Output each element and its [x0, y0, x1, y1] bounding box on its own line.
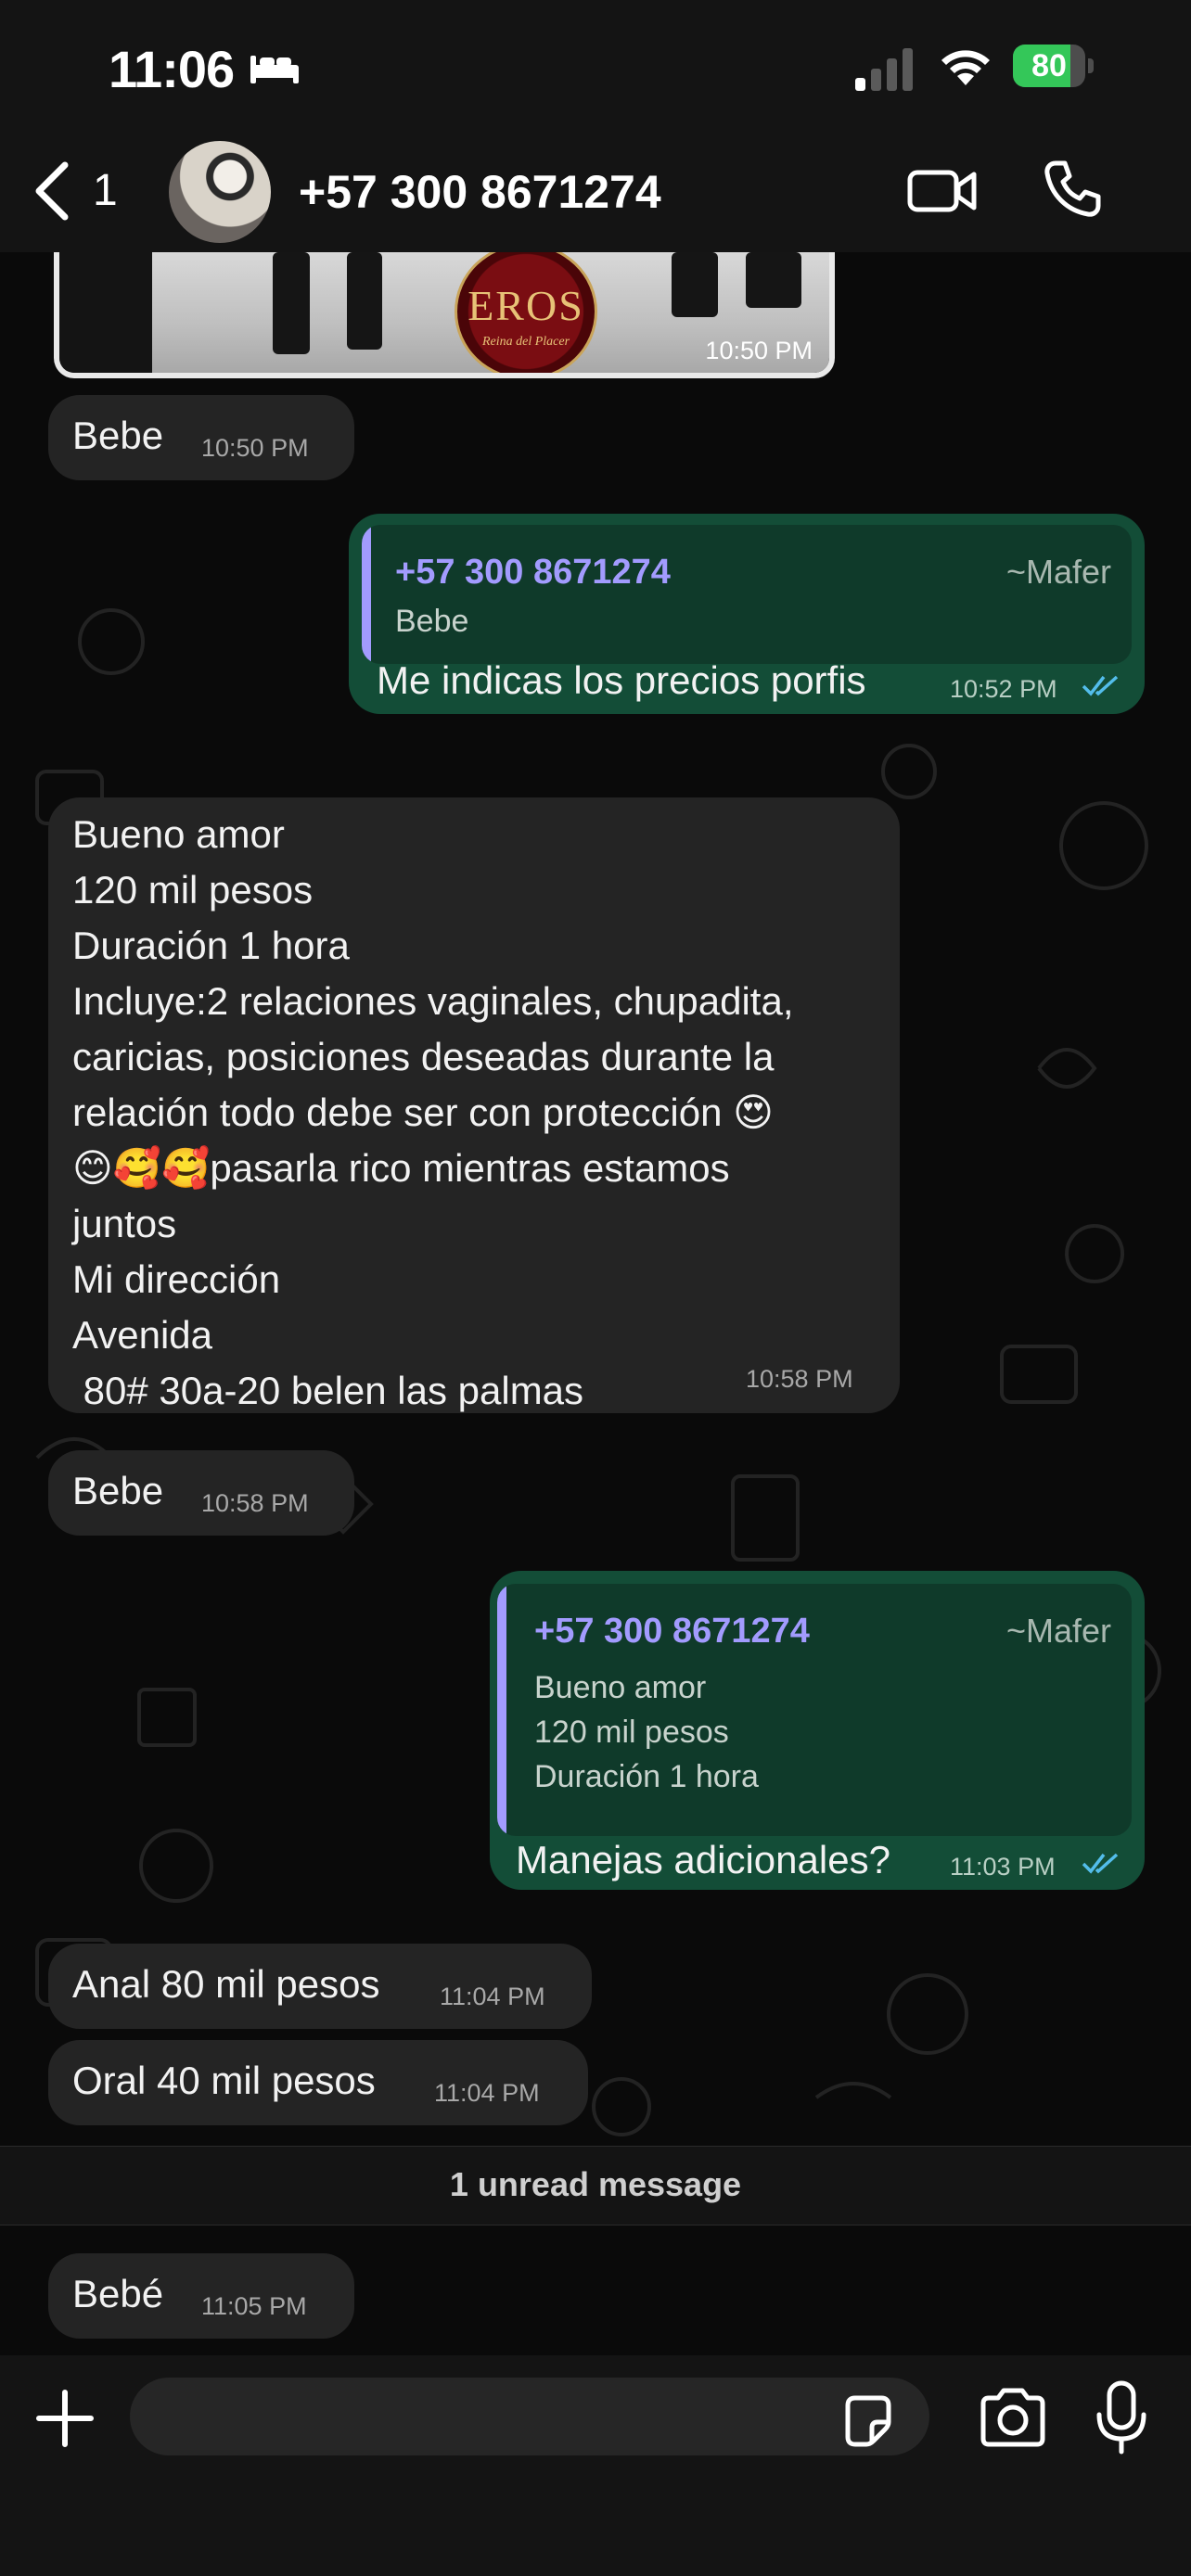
plus-icon[interactable] [33, 2387, 96, 2450]
read-receipt-icon [1082, 1853, 1119, 1874]
message-time: 10:52 PM [950, 675, 1057, 703]
eros-logo: EROS Reina del Placer [455, 252, 597, 373]
quote-text: Bueno amor 120 mil pesos Duración 1 hora [534, 1670, 759, 1794]
status-bar: 11:06 80 [0, 0, 1191, 139]
sticker-icon[interactable] [840, 2392, 896, 2448]
message-time: 11:03 PM [950, 1853, 1056, 1881]
cellular-signal-icon [855, 48, 913, 91]
message-text: Anal 80 mil pesos [72, 1962, 380, 2006]
incoming-message[interactable]: Bueno amor 120 mil pesos Duración 1 hora… [48, 797, 900, 1413]
wifi-icon [941, 50, 990, 85]
message-text: Bebé [72, 2272, 164, 2315]
read-receipt-icon [1082, 675, 1119, 696]
quote-text: Bebe [395, 604, 469, 639]
message-text: Bebe [72, 414, 164, 457]
quoted-message[interactable]: +57 300 8671274 ~Mafer Bueno amor 120 mi… [497, 1584, 1132, 1836]
chat-area[interactable]: EROS Reina del Placer 10:50 PM Bebe 10:5… [0, 252, 1191, 2355]
message-time: 10:58 PM [201, 1489, 309, 1517]
camera-icon[interactable] [978, 2387, 1048, 2448]
status-time: 11:06 [109, 40, 235, 98]
message-time: 11:05 PM [201, 2292, 307, 2320]
sleep-focus-icon [250, 56, 299, 83]
contact-avatar[interactable] [169, 141, 271, 243]
message-text: Me indicas los precios porfis [377, 658, 866, 702]
video-call-icon[interactable] [907, 163, 978, 219]
message-time: 10:50 PM [201, 434, 309, 462]
message-input-bar [0, 2355, 1191, 2576]
incoming-message[interactable]: Bebe 10:50 PM [48, 395, 354, 480]
message-time: 11:04 PM [434, 2079, 540, 2107]
quote-sender: +57 300 8671274 [534, 1612, 810, 1651]
quoted-message[interactable]: +57 300 8671274 ~Mafer Bebe [362, 525, 1132, 664]
message-time: 10:50 PM [705, 337, 813, 364]
unread-banner-text: 1 unread message [449, 2165, 742, 2203]
chat-header: 1 +57 300 8671274 [0, 139, 1191, 252]
message-time: 11:04 PM [440, 1983, 545, 2010]
message-time: 10:58 PM [746, 1365, 853, 1393]
outgoing-message[interactable]: +57 300 8671274 ~Mafer Bebe Me indicas l… [349, 514, 1145, 714]
outgoing-message[interactable]: +57 300 8671274 ~Mafer Bueno amor 120 mi… [490, 1571, 1145, 1890]
battery-indicator: 80 [1013, 45, 1095, 87]
incoming-message[interactable]: Bebé 11:05 PM [48, 2253, 354, 2339]
media-message[interactable]: EROS Reina del Placer 10:50 PM [54, 252, 835, 378]
chevron-left-icon[interactable] [32, 161, 72, 221]
contact-name[interactable]: +57 300 8671274 [299, 165, 661, 219]
quote-alias: ~Mafer [1005, 553, 1111, 591]
back-unread-count[interactable]: 1 [93, 165, 118, 216]
message-text: Oral 40 mil pesos [72, 2059, 376, 2102]
message-text: Bebe [72, 1469, 164, 1512]
unread-messages-banner: 1 unread message [0, 2146, 1191, 2225]
incoming-message[interactable]: Bebe 10:58 PM [48, 1450, 354, 1536]
battery-percent: 80 [1031, 48, 1067, 83]
incoming-message[interactable]: Anal 80 mil pesos 11:04 PM [48, 1944, 592, 2029]
message-text: Manejas adicionales? [516, 1838, 890, 1881]
incoming-message[interactable]: Oral 40 mil pesos 11:04 PM [48, 2040, 588, 2125]
microphone-icon[interactable] [1095, 2379, 1148, 2455]
phone-call-icon[interactable] [1043, 159, 1102, 219]
message-input[interactable] [130, 2378, 929, 2455]
quote-sender: +57 300 8671274 [395, 553, 671, 592]
quote-alias: ~Mafer [1005, 1612, 1111, 1650]
message-text: Bueno amor 120 mil pesos Duración 1 hora… [72, 812, 794, 1412]
